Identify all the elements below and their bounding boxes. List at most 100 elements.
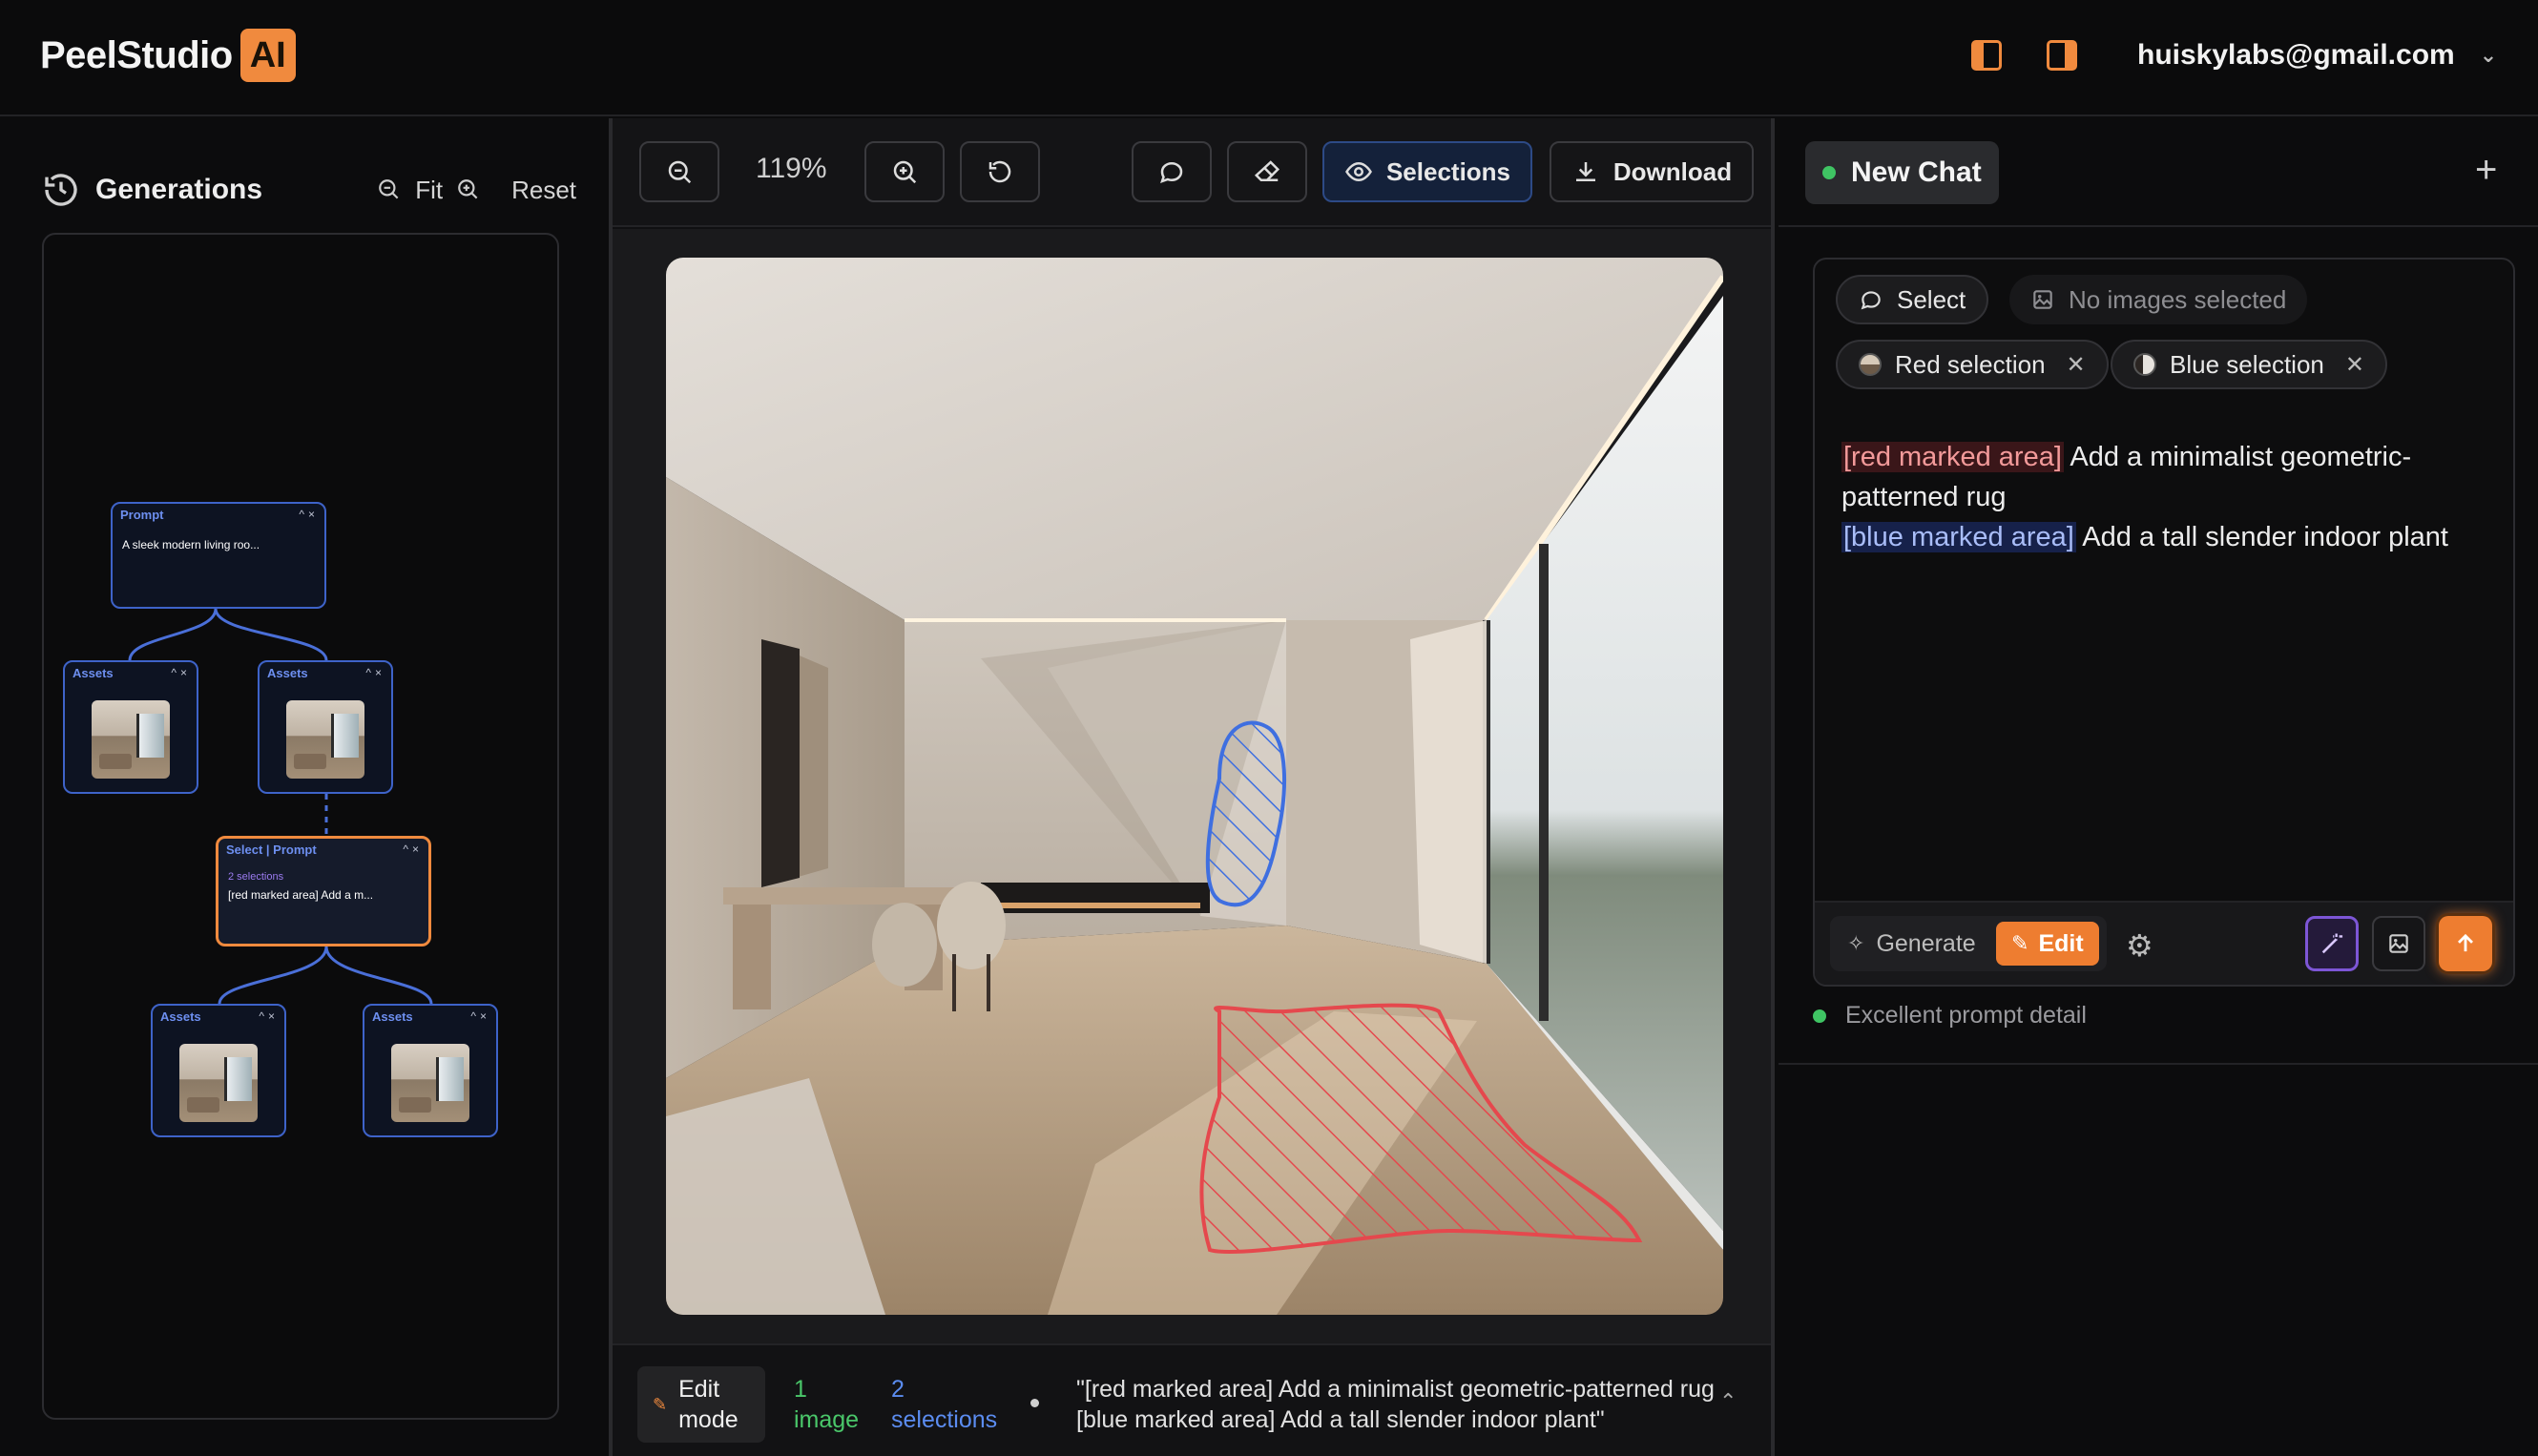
asset-thumbnail[interactable] (179, 1044, 258, 1122)
eraser-icon (1254, 160, 1280, 181)
blue-selection-chip[interactable]: Blue selection ✕ (2111, 340, 2387, 389)
selections-label: Selections (1385, 156, 1511, 186)
edit-mode-badge[interactable]: ✎ Edit mode (637, 1366, 765, 1443)
arrow-up-icon (2458, 933, 2473, 952)
red-selection-chip[interactable]: Red selection ✕ (1836, 340, 2109, 389)
node-controls[interactable]: ^× (259, 1009, 279, 1023)
toggle-left-panel-icon[interactable] (1971, 40, 2002, 71)
edit-mode-label: Edit mode (678, 1376, 739, 1433)
generations-title: Generations (95, 174, 263, 205)
pencil-icon: ✎ (2011, 931, 2029, 955)
selection-thumbnail (2133, 353, 2156, 376)
node-controls[interactable]: ^× (365, 666, 385, 679)
zoom-out-icon[interactable] (377, 177, 402, 202)
select-button[interactable]: Select (1836, 275, 1989, 324)
chat-title: New Chat (1851, 156, 1982, 188)
node-header: Select | Prompt (226, 842, 317, 857)
sparkle-icon: ✧ (1847, 931, 1865, 955)
account-email: huiskylabs@gmail.com (2137, 39, 2455, 71)
magic-wand-icon (2321, 933, 2343, 954)
speech-bubble-icon (1861, 291, 1881, 310)
chat-header: New Chat + (1779, 118, 2538, 227)
composer-actions: ✧ Generate ✎ Edit ⚙ (1815, 901, 2513, 985)
gear-icon[interactable]: ⚙ (2126, 927, 2153, 964)
remove-red-selection-icon[interactable]: ✕ (2067, 351, 2086, 379)
speech-bubble-icon (1160, 161, 1183, 183)
image-count: 1 image (794, 1376, 860, 1433)
reset-view-button[interactable] (960, 141, 1040, 202)
new-chat-tab[interactable]: New Chat (1805, 141, 1999, 204)
blue-area-instruction: Add a tall slender indoor plant (2082, 522, 2448, 552)
remove-blue-selection-icon[interactable]: ✕ (2345, 351, 2364, 379)
chevron-down-icon: ⌄ (2479, 43, 2498, 67)
node-controls[interactable]: ^× (403, 842, 423, 856)
attach-image-button[interactable] (2372, 916, 2425, 971)
edit-mode-button[interactable]: ✎ Edit (1996, 922, 2099, 966)
image-icon (2033, 290, 2052, 309)
no-images-chip: No images selected (2009, 275, 2308, 324)
node-controls[interactable]: ^× (470, 1009, 490, 1023)
node-text: [red marked area] Add a m... (228, 888, 374, 902)
app-name: PeelStudio (40, 33, 233, 76)
generations-panel: Generations Fit Reset Prompt ^× A sleek … (0, 118, 607, 1456)
prompt-quality-label: Excellent prompt detail (1845, 1002, 2087, 1029)
tree-connectors (128, 608, 433, 1005)
red-area-tag: [red marked area] (1841, 442, 2064, 472)
assets-node[interactable]: Assets ^× (151, 1004, 286, 1137)
selections-toggle-button[interactable]: Selections (1322, 141, 1532, 202)
canvas-toolbar: 119% Selections Download (613, 118, 1771, 227)
eye-icon (1345, 161, 1372, 182)
edit-image[interactable] (666, 258, 1723, 1315)
node-header: Assets (267, 666, 308, 680)
image-icon (2389, 934, 2408, 953)
mode-switch: ✧ Generate ✎ Edit (1830, 916, 2107, 971)
prompt-textarea[interactable]: [red marked area] Add a minimalist geome… (1841, 437, 2500, 557)
download-label: Download (1612, 156, 1733, 186)
generations-header: Generations Fit Reset (42, 166, 576, 214)
reset-button[interactable]: Reset (511, 176, 576, 205)
new-chat-plus-icon[interactable]: + (2475, 149, 2497, 192)
asset-thumbnail[interactable] (286, 700, 364, 779)
fit-button[interactable]: Fit (415, 176, 443, 205)
blue-selection-label: Blue selection (2170, 349, 2324, 379)
node-header: Prompt (120, 508, 164, 522)
selection-count: 2 selections (891, 1376, 998, 1433)
asset-thumbnail[interactable] (92, 700, 170, 779)
zoom-level: 119% (756, 153, 827, 184)
select-prompt-node[interactable]: Select | Prompt ^× 2 selections [red mar… (216, 836, 431, 946)
generation-tree[interactable]: Prompt ^× A sleek modern living roo... A… (42, 233, 559, 1420)
assets-node[interactable]: Assets ^× (63, 660, 198, 794)
prompt-node[interactable]: Prompt ^× A sleek modern living roo... (111, 502, 326, 609)
canvas-area[interactable] (613, 229, 1771, 1343)
app-logo[interactable]: PeelStudio AI (40, 25, 296, 86)
eraser-button[interactable] (1227, 141, 1307, 202)
enhance-prompt-button[interactable] (2305, 916, 2359, 971)
node-controls[interactable]: ^× (171, 666, 191, 679)
divider (1779, 1063, 2538, 1065)
node-header: Assets (73, 666, 114, 680)
send-button[interactable] (2439, 916, 2492, 971)
chat-panel: New Chat + Select No images selected Red… (1779, 118, 2538, 1456)
assets-node[interactable]: Assets ^× (258, 660, 393, 794)
quality-dot (1813, 1009, 1826, 1023)
node-controls[interactable]: ^× (299, 508, 319, 521)
red-selection-label: Red selection (1895, 349, 2046, 379)
assets-node[interactable]: Assets ^× (363, 1004, 498, 1137)
node-selections: 2 selections (228, 871, 284, 883)
comment-select-button[interactable] (1132, 141, 1212, 202)
prompt-quality-indicator: Excellent prompt detail (1813, 1002, 2087, 1030)
zoom-in-icon (893, 160, 917, 184)
zoom-in-button[interactable] (864, 141, 945, 202)
selection-thumbnail (1859, 353, 1882, 376)
account-menu[interactable]: huiskylabs@gmail.com ⌄ (2137, 34, 2497, 76)
separator-dot (1030, 1399, 1039, 1407)
generate-mode-button[interactable]: ✧ Generate (1838, 922, 1986, 966)
zoom-out-button[interactable] (639, 141, 719, 202)
download-icon (1575, 162, 1595, 181)
download-button[interactable]: Download (1550, 141, 1754, 202)
chevron-up-icon[interactable]: ⌃ (1719, 1389, 1737, 1414)
asset-thumbnail[interactable] (391, 1044, 469, 1122)
zoom-in-icon[interactable] (456, 177, 481, 202)
history-icon (45, 174, 77, 206)
toggle-right-panel-icon[interactable] (2047, 40, 2077, 71)
